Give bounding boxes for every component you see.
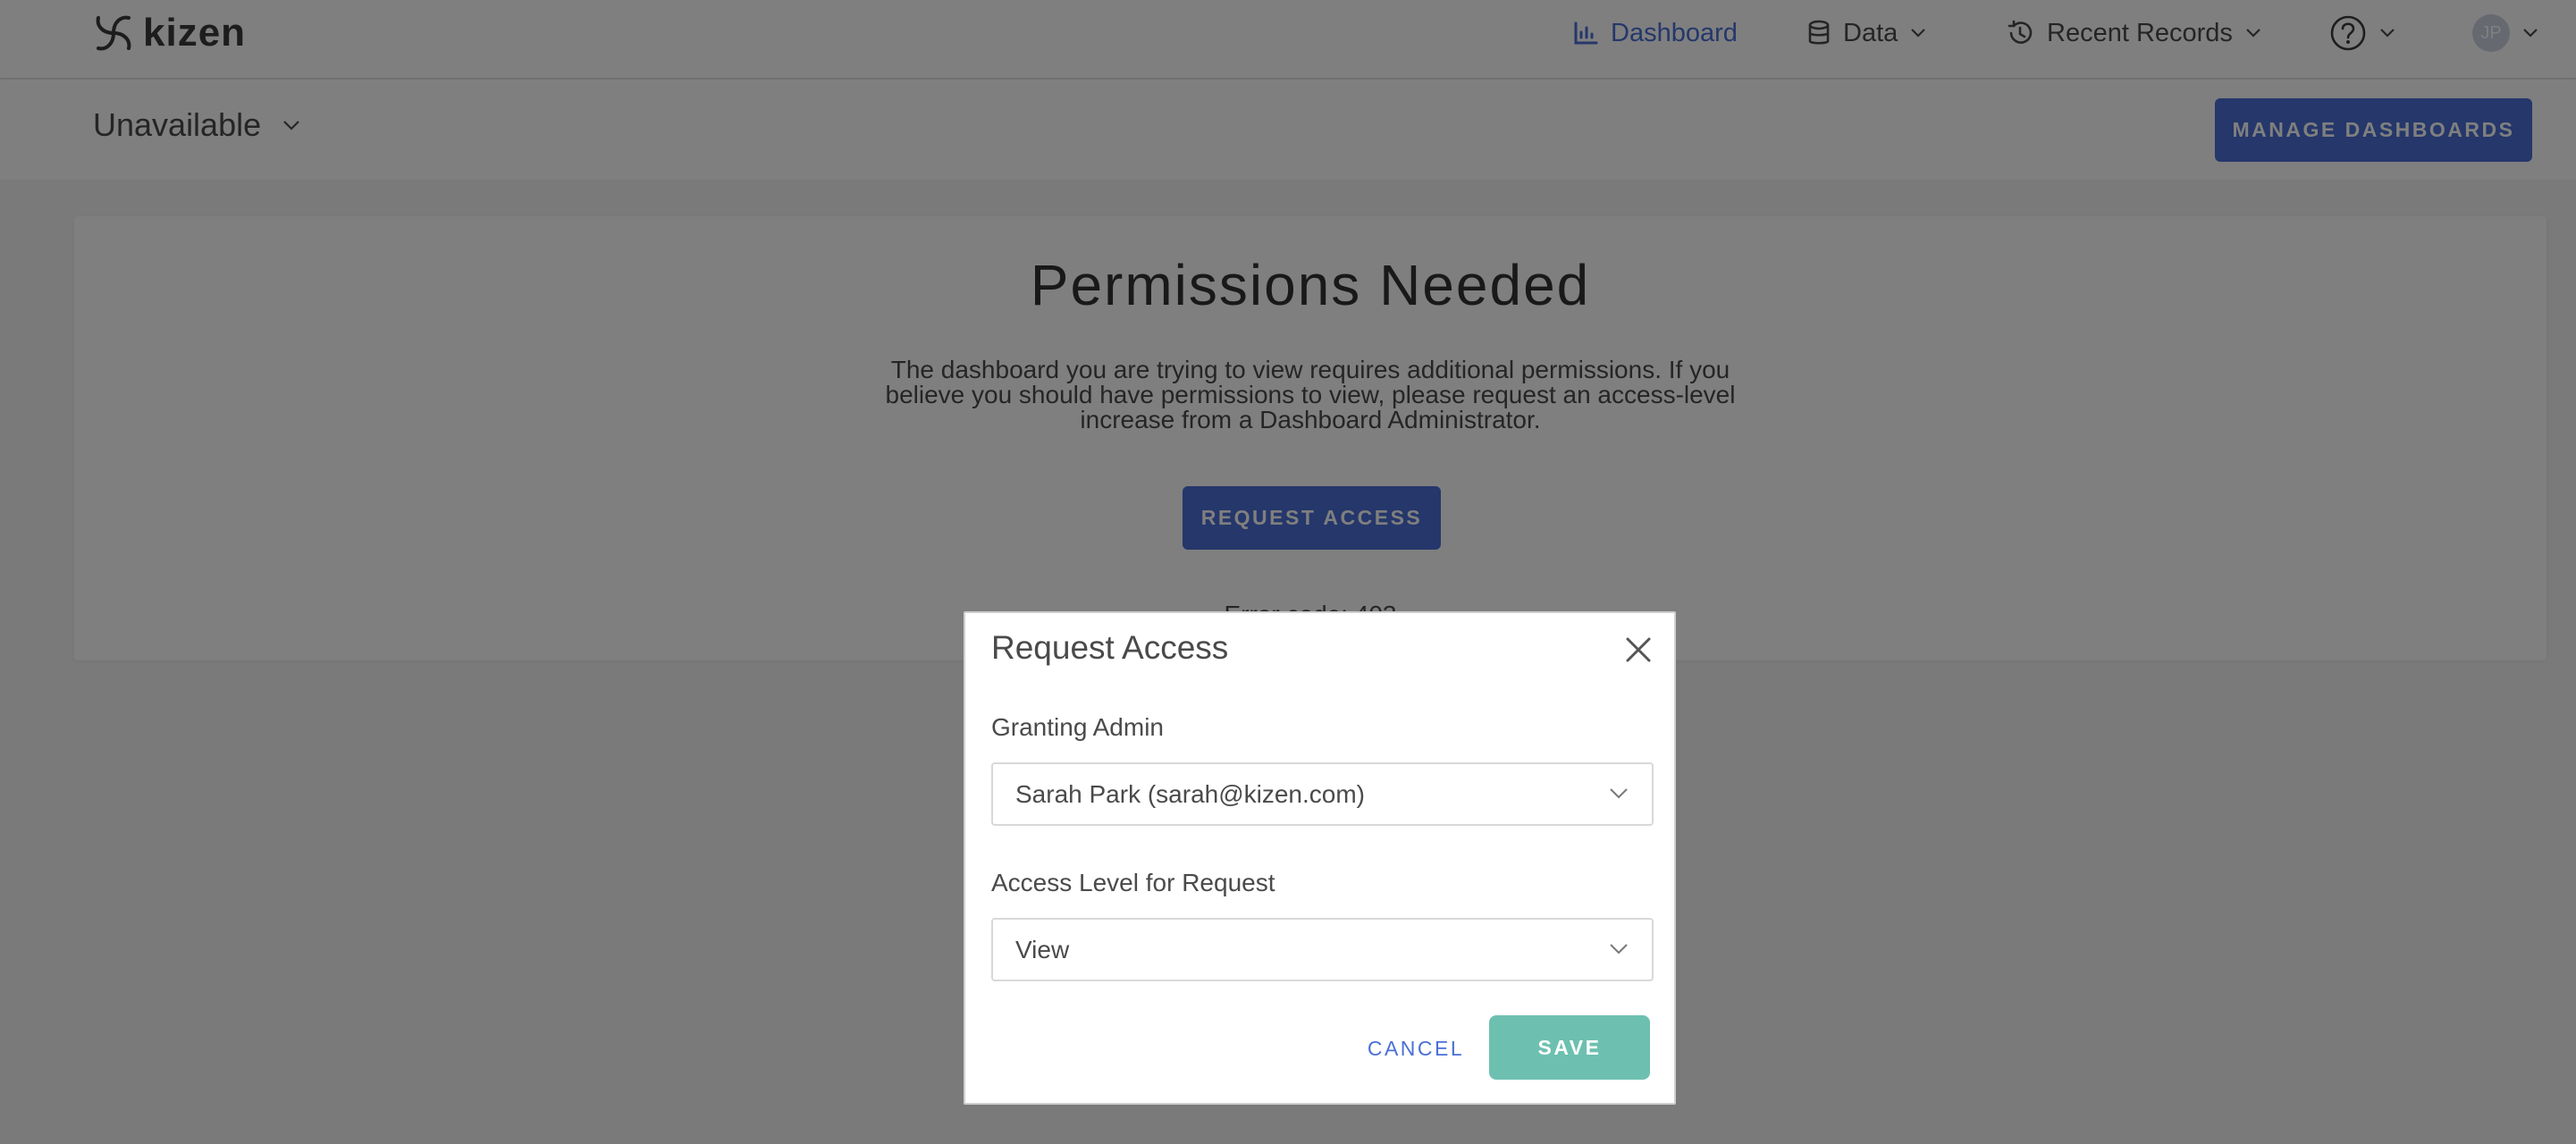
granting-admin-value: Sarah Park (sarah@kizen.com) <box>1015 779 1366 808</box>
close-button[interactable] <box>1623 635 1654 665</box>
chevron-down-icon <box>1610 944 1628 955</box>
access-level-value: View <box>1015 935 1070 963</box>
access-level-label: Access Level for Request <box>991 869 1275 896</box>
chevron-down-icon <box>1610 788 1628 799</box>
granting-admin-label: Granting Admin <box>991 713 1164 741</box>
cancel-button[interactable]: CANCEL <box>1362 1017 1469 1081</box>
save-button[interactable]: SAVE <box>1489 1015 1650 1080</box>
granting-admin-select[interactable]: Sarah Park (sarah@kizen.com) <box>991 762 1654 826</box>
request-access-modal: Request Access Granting Admin Sarah Park… <box>964 611 1676 1105</box>
modal-title: Request Access <box>991 629 1229 666</box>
close-icon <box>1626 637 1651 662</box>
access-level-select[interactable]: View <box>991 918 1654 981</box>
